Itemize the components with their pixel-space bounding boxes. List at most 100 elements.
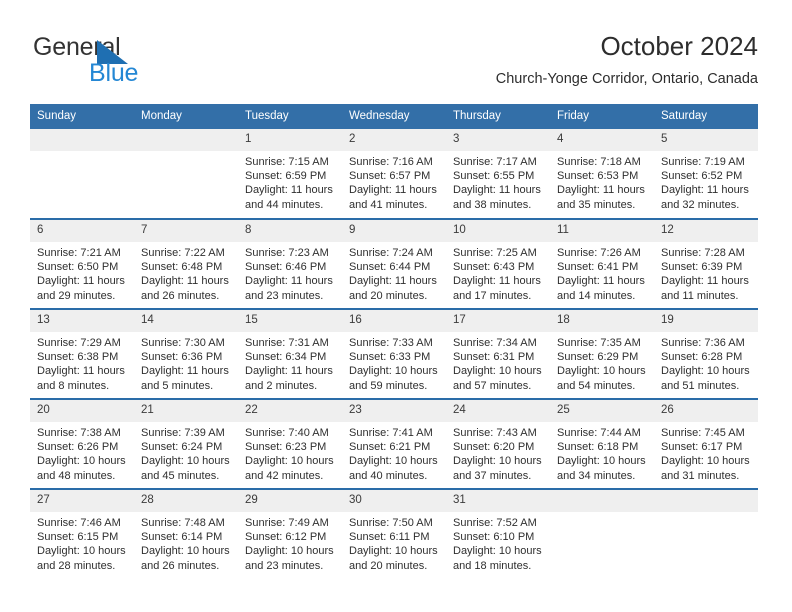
day-detail-line: Sunrise: 7:50 AM [349,517,433,529]
day-detail-line: Sunset: 6:14 PM [141,531,223,544]
day-detail-line: Daylight: 10 hours [349,545,438,558]
calendar-day-cell[interactable]: 14 Sunrise: 7:30 AM Sunset: 6:36 PM Dayligh… [134,308,238,399]
day-number: 31 [446,490,550,512]
day-number: 7 [134,220,238,242]
logo-text-blue: Blue [89,59,139,87]
day-detail-line: and 59 minutes. [349,379,428,392]
day-detail-line: and 31 minutes. [661,469,740,482]
page-title: October 2024 [600,31,758,61]
calendar-day-cell[interactable]: 3 Sunrise: 7:17 AM Sunset: 6:55 PM Daylight… [446,129,550,219]
day-number: 9 [342,220,446,242]
calendar-day-cell[interactable]: 23 Sunrise: 7:41 AM Sunset: 6:21 PM Dayligh… [342,398,446,489]
day-detail-line: Daylight: 11 hours [349,275,437,288]
weekday-header-friday: Friday [550,104,654,129]
calendar-day-cell[interactable]: 1 Sunrise: 7:15 AM Sunset: 6:59 PM Daylight… [238,129,342,219]
day-detail-line: Sunset: 6:55 PM [453,170,535,183]
calendar-day-cell[interactable]: 25 Sunrise: 7:44 AM Sunset: 6:18 PM Dayligh… [550,398,654,489]
day-detail-line: Sunset: 6:34 PM [245,351,327,364]
calendar-day-cell[interactable]: 10 Sunrise: 7:25 AM Sunset: 6:43 PM Dayligh… [446,218,550,309]
calendar-day-cell[interactable]: 17 Sunrise: 7:34 AM Sunset: 6:31 PM Dayligh… [446,308,550,399]
day-number: 19 [654,310,758,332]
day-detail-line: and 54 minutes. [557,379,636,392]
calendar-day-cell[interactable]: 2 Sunrise: 7:16 AM Sunset: 6:57 PM Daylight… [342,129,446,219]
day-details: Sunrise: 7:26 AM Sunset: 6:41 PM Daylight:… [550,242,654,303]
calendar-header-row: Sunday Monday Tuesday Wednesday Thursday Frid… [30,104,758,129]
day-number: 1 [238,129,342,151]
calendar-day-cell[interactable]: 20 Sunrise: 7:38 AM Sunset: 6:26 PM Dayligh… [30,398,134,489]
calendar-day-cell[interactable]: 5 Sunrise: 7:19 AM Sunset: 6:52 PM Daylight… [654,129,758,219]
calendar-day-cell[interactable]: 4 Sunrise: 7:18 AM Sunset: 6:53 PM Daylight… [550,129,654,219]
day-detail-line: Sunset: 6:11 PM [349,531,430,544]
day-details: Sunrise: 7:45 AM Sunset: 6:17 PM Daylight:… [654,422,758,483]
calendar-week-row: 27 Sunrise: 7:46 AM Sunset: 6:15 PM Dayligh… [30,488,758,579]
calendar-day-cell[interactable]: 18 Sunrise: 7:35 AM Sunset: 6:29 PM Dayligh… [550,308,654,399]
calendar-day-cell[interactable]: 22 Sunrise: 7:40 AM Sunset: 6:23 PM Dayligh… [238,398,342,489]
day-detail-line: Daylight: 10 hours [37,545,126,558]
day-detail-line: and 51 minutes. [661,379,740,392]
day-number: 22 [238,400,342,422]
day-detail-line: Sunrise: 7:48 AM [141,517,225,529]
day-detail-line: Daylight: 10 hours [141,545,230,558]
day-detail-line: Sunrise: 7:25 AM [453,247,537,259]
day-number: 26 [654,400,758,422]
day-details: Sunrise: 7:22 AM Sunset: 6:48 PM Daylight:… [134,242,238,303]
calendar-day-cell[interactable]: 13 Sunrise: 7:29 AM Sunset: 6:38 PM Dayligh… [30,308,134,399]
day-detail-line: Sunset: 6:39 PM [661,261,743,274]
calendar-day-cell[interactable]: 11 Sunrise: 7:26 AM Sunset: 6:41 PM Dayligh… [550,218,654,309]
calendar-day-cell[interactable]: 30 Sunrise: 7:50 AM Sunset: 6:11 PM Dayligh… [342,488,446,579]
day-details: Sunrise: 7:30 AM Sunset: 6:36 PM Daylight:… [134,332,238,393]
day-detail-line: Daylight: 10 hours [661,365,750,378]
day-detail-line: Daylight: 11 hours [557,184,645,197]
weekday-header-thursday: Thursday [446,104,550,129]
calendar-day-cell[interactable]: 6 Sunrise: 7:21 AM Sunset: 6:50 PM Daylight… [30,218,134,309]
day-detail-line: Sunrise: 7:29 AM [37,337,121,349]
day-number: 12 [654,220,758,242]
day-detail-line: Daylight: 10 hours [453,365,542,378]
calendar-day-cell[interactable]: 8 Sunrise: 7:23 AM Sunset: 6:46 PM Daylight… [238,218,342,309]
calendar-day-cell[interactable]: 24 Sunrise: 7:43 AM Sunset: 6:20 PM Dayligh… [446,398,550,489]
day-detail-line: Sunset: 6:33 PM [349,351,431,364]
day-details: Sunrise: 7:41 AM Sunset: 6:21 PM Daylight:… [342,422,446,483]
day-number: 29 [238,490,342,512]
day-detail-line: Sunrise: 7:44 AM [557,427,641,439]
calendar-day-cell[interactable]: 9 Sunrise: 7:24 AM Sunset: 6:44 PM Daylight… [342,218,446,309]
day-detail-line: Daylight: 11 hours [557,275,645,288]
day-detail-line: Sunset: 6:43 PM [453,261,535,274]
day-detail-line: Sunset: 6:26 PM [37,441,119,454]
day-detail-line: Sunset: 6:36 PM [141,351,223,364]
day-detail-line: Daylight: 10 hours [557,455,646,468]
day-details: Sunrise: 7:29 AM Sunset: 6:38 PM Daylight:… [30,332,134,393]
calendar-week-row: 13 Sunrise: 7:29 AM Sunset: 6:38 PM Dayligh… [30,308,758,399]
calendar-day-cell[interactable]: 29 Sunrise: 7:49 AM Sunset: 6:12 PM Dayligh… [238,488,342,579]
calendar-day-cell[interactable]: 26 Sunrise: 7:45 AM Sunset: 6:17 PM Dayligh… [654,398,758,489]
calendar-day-cell[interactable]: 31 Sunrise: 7:52 AM Sunset: 6:10 PM Dayligh… [446,488,550,579]
calendar-day-cell[interactable]: 27 Sunrise: 7:46 AM Sunset: 6:15 PM Dayligh… [30,488,134,579]
calendar-day-cell[interactable]: 21 Sunrise: 7:39 AM Sunset: 6:24 PM Dayligh… [134,398,238,489]
day-details: Sunrise: 7:50 AM Sunset: 6:11 PM Daylight:… [342,512,446,573]
day-details: Sunrise: 7:49 AM Sunset: 6:12 PM Daylight:… [238,512,342,573]
day-detail-line: Sunrise: 7:19 AM [661,156,745,168]
day-detail-line: Sunrise: 7:45 AM [661,427,745,439]
day-detail-line: and 26 minutes. [141,559,220,572]
day-detail-line: Sunset: 6:52 PM [661,170,743,183]
brand-logo[interactable]: General Blue [33,33,223,89]
day-detail-line: Daylight: 11 hours [141,365,229,378]
day-number: 4 [550,129,654,151]
day-details: Sunrise: 7:38 AM Sunset: 6:26 PM Daylight:… [30,422,134,483]
day-detail-line: Daylight: 11 hours [453,184,541,197]
calendar-day-cell[interactable]: 19 Sunrise: 7:36 AM Sunset: 6:28 PM Dayligh… [654,308,758,399]
day-detail-line: and 18 minutes. [453,559,532,572]
calendar-day-cell[interactable]: 7 Sunrise: 7:22 AM Sunset: 6:48 PM Daylight… [134,218,238,309]
day-detail-line: Sunset: 6:57 PM [349,170,431,183]
day-detail-line: and 5 minutes. [141,379,214,392]
calendar-day-cell[interactable]: 28 Sunrise: 7:48 AM Sunset: 6:14 PM Dayligh… [134,488,238,579]
day-detail-line: Sunrise: 7:31 AM [245,337,329,349]
calendar-day-cell[interactable]: 15 Sunrise: 7:31 AM Sunset: 6:34 PM Dayligh… [238,308,342,399]
day-detail-line: Sunrise: 7:49 AM [245,517,329,529]
calendar-day-cell[interactable]: 12 Sunrise: 7:28 AM Sunset: 6:39 PM Dayligh… [654,218,758,309]
day-detail-line: and 14 minutes. [557,289,636,302]
day-number [30,129,134,151]
day-detail-line: Sunset: 6:59 PM [245,170,327,183]
calendar-day-cell[interactable]: 16 Sunrise: 7:33 AM Sunset: 6:33 PM Dayligh… [342,308,446,399]
day-details: Sunrise: 7:31 AM Sunset: 6:34 PM Daylight:… [238,332,342,393]
